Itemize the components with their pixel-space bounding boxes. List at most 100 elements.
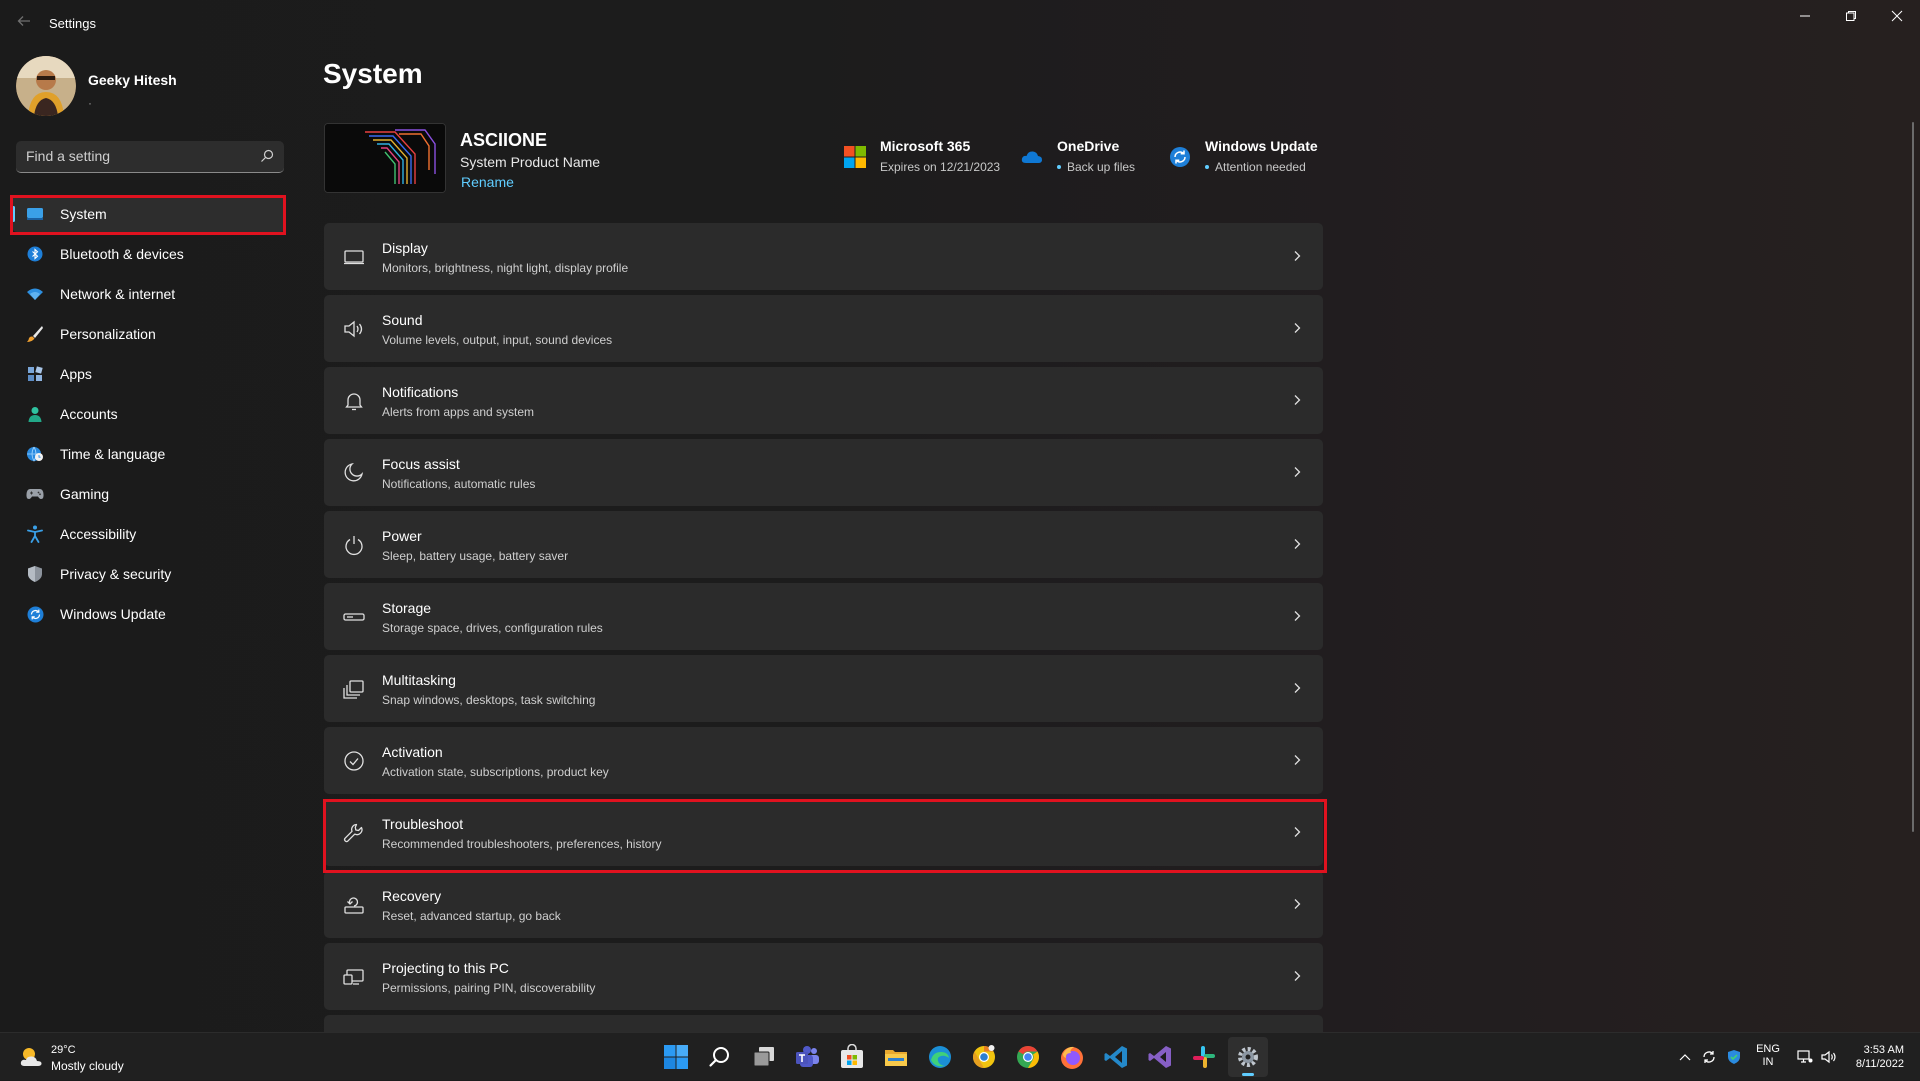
scrollbar[interactable] (1912, 122, 1914, 832)
edge-icon[interactable] (920, 1037, 960, 1077)
language-code: ENG (1756, 1043, 1780, 1055)
sidebar-item-time-language[interactable]: Time & language (12, 436, 286, 472)
card-storage[interactable]: Storage Storage space, drives, configura… (324, 583, 1323, 650)
sidebar-item-label: Bluetooth & devices (60, 246, 184, 262)
status-microsoft-365[interactable]: Microsoft 365 Expires on 12/21/2023 (844, 138, 1004, 178)
shield-icon (26, 565, 44, 583)
status-title: Microsoft 365 (880, 138, 971, 154)
page-title: System (323, 58, 423, 89)
status-onedrive[interactable]: OneDrive Back up files (1021, 138, 1141, 178)
slack-icon[interactable] (1184, 1037, 1224, 1077)
card-recovery[interactable]: Recovery Reset, advanced startup, go bac… (324, 871, 1323, 938)
teams-icon[interactable] (788, 1037, 828, 1077)
sidebar-item-label: Accounts (60, 406, 118, 422)
status-title: OneDrive (1057, 138, 1120, 154)
card-sound[interactable]: Sound Volume levels, output, input, soun… (324, 295, 1323, 362)
card-multitasking[interactable]: Multitasking Snap windows, desktops, tas… (324, 655, 1323, 722)
sidebar-item-label: Time & language (60, 446, 166, 462)
speaker-icon (344, 320, 363, 338)
status-dot (1057, 164, 1061, 169)
card-subtitle: Permissions, pairing PIN, discoverabilit… (382, 981, 596, 995)
sidebar-item-windows-update[interactable]: Windows Update (12, 596, 286, 632)
sidebar-item-accounts[interactable]: Accounts (12, 396, 286, 432)
card-partial[interactable] (324, 1015, 1323, 1033)
card-projecting[interactable]: Projecting to this PC Permissions, pairi… (324, 943, 1323, 1010)
chrome-canary-icon[interactable] (964, 1037, 1004, 1077)
taskbar-apps (656, 1037, 1272, 1077)
card-display[interactable]: Display Monitors, brightness, night ligh… (324, 223, 1323, 290)
chevron-right-icon (1294, 899, 1301, 909)
back-arrow-icon[interactable] (12, 12, 36, 36)
search-box[interactable] (16, 141, 284, 173)
file-explorer-icon[interactable] (876, 1037, 916, 1077)
card-subtitle: Snap windows, desktops, task switching (382, 693, 596, 707)
status-windows-update[interactable]: Windows Update Attention needed (1169, 138, 1319, 178)
sidebar-item-network[interactable]: Network & internet (12, 276, 286, 312)
profile-name: Geeky Hitesh (88, 72, 177, 88)
globe-clock-icon (26, 445, 44, 463)
vscode-icon[interactable] (1096, 1037, 1136, 1077)
chevron-right-icon (1294, 539, 1301, 549)
search-icon[interactable] (260, 149, 274, 163)
clock[interactable]: 3:53 AM 8/11/2022 (1848, 1043, 1904, 1071)
task-view-icon[interactable] (744, 1037, 784, 1077)
sidebar-nav: System Bluetooth & devices Network & int… (12, 196, 286, 636)
search-input[interactable] (26, 141, 246, 171)
sidebar-item-label: Gaming (60, 486, 110, 502)
clock-date: 8/11/2022 (1855, 1058, 1904, 1070)
sidebar-item-label: Network & internet (60, 286, 176, 302)
person-icon (26, 405, 44, 423)
rename-link[interactable]: Rename (461, 174, 514, 190)
card-power[interactable]: Power Sleep, battery usage, battery save… (324, 511, 1323, 578)
language-indicator[interactable]: ENG IN (1754, 1043, 1782, 1069)
weather-description[interactable]: Mostly cloudy (51, 1059, 124, 1073)
chevron-up-icon[interactable] (1677, 1033, 1693, 1081)
card-title: Display (382, 240, 428, 256)
sidebar-item-apps[interactable]: Apps (12, 356, 286, 392)
close-icon[interactable] (1874, 0, 1920, 32)
moon-icon (344, 462, 364, 482)
search-icon[interactable] (700, 1037, 740, 1077)
defender-shield-icon[interactable] (1724, 1033, 1744, 1081)
firefox-icon[interactable] (1052, 1037, 1092, 1077)
device-name: ASCIIONE (460, 130, 548, 150)
sidebar-item-personalization[interactable]: Personalization (12, 316, 286, 352)
status-subtitle: Expires on 12/21/2023 (880, 160, 1001, 174)
highlight-box-system (10, 195, 286, 235)
sidebar-item-accessibility[interactable]: Accessibility (12, 516, 286, 552)
start-icon[interactable] (656, 1037, 696, 1077)
minimize-icon[interactable] (1782, 0, 1828, 32)
chrome-icon[interactable] (1008, 1037, 1048, 1077)
card-subtitle: Sleep, battery usage, battery saver (382, 549, 569, 563)
weather-temperature[interactable]: 29°C (51, 1044, 76, 1056)
bell-icon (345, 393, 363, 411)
sidebar-item-gaming[interactable]: Gaming (12, 476, 286, 512)
avatar[interactable] (16, 56, 76, 116)
display-icon (344, 250, 364, 265)
store-icon[interactable] (832, 1037, 872, 1077)
card-notifications[interactable]: Notifications Alerts from apps and syste… (324, 367, 1323, 434)
partly-cloudy-icon[interactable] (18, 1045, 44, 1069)
settings-gear-icon[interactable] (1228, 1037, 1268, 1077)
volume-icon[interactable] (1819, 1033, 1839, 1081)
chevron-right-icon (1294, 395, 1301, 405)
projector-icon (343, 969, 364, 985)
card-focus-assist[interactable]: Focus assist Notifications, automatic ru… (324, 439, 1323, 506)
maximize-icon[interactable] (1828, 0, 1874, 32)
network-icon[interactable] (1795, 1033, 1815, 1081)
onedrive-cloud-icon (1021, 151, 1043, 163)
chevron-right-icon (1294, 323, 1301, 333)
accessibility-icon (26, 525, 44, 543)
sidebar-item-bluetooth[interactable]: Bluetooth & devices (12, 236, 286, 272)
highlight-box-troubleshoot (323, 799, 1327, 873)
card-activation[interactable]: Activation Activation state, subscriptio… (324, 727, 1323, 794)
check-circle-icon (344, 751, 364, 771)
card-title: Sound (382, 312, 423, 328)
visual-studio-icon[interactable] (1140, 1037, 1180, 1077)
clock-time: 3:53 AM (1863, 1044, 1904, 1056)
sidebar-item-privacy[interactable]: Privacy & security (12, 556, 286, 592)
settings-window: Settings Geeky Hitesh · Find a setting S… (0, 0, 1920, 1033)
sync-icon[interactable] (1699, 1033, 1719, 1081)
gamepad-icon (26, 485, 44, 503)
sidebar-item-label: Privacy & security (60, 566, 172, 582)
